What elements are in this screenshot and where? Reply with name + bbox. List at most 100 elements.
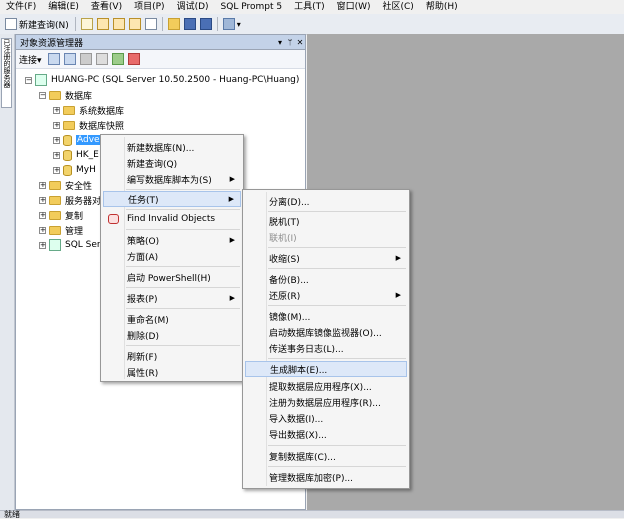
menu-item-import-data[interactable]: 导入数据(I)... [245, 410, 407, 426]
menu-item-facets[interactable]: 方面(A) [103, 248, 241, 264]
activity-monitor-icon[interactable] [222, 18, 235, 30]
dmx-query-icon[interactable] [128, 18, 141, 30]
menu-item-rename[interactable]: 重命名(M) [103, 311, 241, 327]
menu-separator [268, 268, 406, 269]
tree-node-management[interactable]: + 管理 [39, 223, 83, 237]
open-folder-icon[interactable] [167, 18, 180, 30]
expand-icon[interactable]: + [39, 211, 46, 219]
expand-icon[interactable]: + [39, 196, 46, 204]
tree-label-security: 安全性 [65, 181, 93, 192]
analysis-query-icon[interactable] [96, 18, 109, 30]
menu-item-detach[interactable]: 分离(D)... [245, 193, 407, 209]
menu-item-refresh[interactable]: 刷新(F) [103, 348, 241, 364]
menu-item-reports[interactable]: 报表(P) ▶ [103, 290, 241, 306]
menu-item-delete[interactable]: 删除(D) [103, 327, 241, 343]
connect-button[interactable]: 连接▾ [19, 53, 42, 66]
menu-item-label: 编写数据库脚本为(S) [127, 175, 212, 186]
menu-community[interactable]: 社区(C) [377, 0, 420, 14]
mdx-query-icon[interactable] [112, 18, 125, 30]
menu-bar: 文件(F) 编辑(E) 查看(V) 项目(P) 调试(D) SQL Prompt… [0, 0, 624, 14]
tree-node-snapshots[interactable]: + 数据库快照 [53, 118, 124, 132]
menu-item-new-database[interactable]: 新建数据库(N)... [103, 139, 241, 155]
menu-item-copy-database[interactable]: 复制数据库(C)... [245, 448, 407, 464]
tree-node-security[interactable]: + 安全性 [39, 178, 92, 192]
save-all-icon[interactable] [199, 18, 212, 30]
menu-item-label: 复制数据库(C)... [269, 452, 336, 463]
menu-item-generate-scripts[interactable]: 生成脚本(E)... [245, 361, 407, 377]
menu-item-new-query[interactable]: 新建查询(Q) [103, 155, 241, 171]
tree-node-db3[interactable]: + MyH [53, 163, 96, 177]
collapse-icon[interactable]: − [39, 91, 46, 99]
menu-item-take-offline[interactable]: 脱机(T) [245, 213, 407, 229]
tree-node-replication[interactable]: + 复制 [39, 208, 83, 222]
expand-icon[interactable]: + [53, 151, 60, 159]
expand-icon[interactable]: + [53, 121, 60, 129]
menu-separator [126, 229, 240, 230]
menu-item-mirror[interactable]: 镜像(M)... [245, 308, 407, 324]
menu-edit[interactable]: 编辑(E) [42, 0, 85, 14]
menu-item-label: 管理数据库加密(P)... [269, 473, 354, 484]
menu-item-backup[interactable]: 备份(B)... [245, 271, 407, 287]
menu-item-bring-online[interactable]: 联机(I) [245, 229, 407, 245]
menu-project[interactable]: 项目(P) [128, 0, 170, 14]
status-bar: 就绪 [0, 510, 624, 519]
menu-item-properties[interactable]: 属性(R) [103, 364, 241, 380]
tree-node-server-objects[interactable]: + 服务器对 [39, 193, 101, 207]
expand-icon[interactable]: + [53, 166, 60, 174]
pin-icon[interactable]: ᛘ [285, 38, 295, 47]
xmla-query-icon[interactable] [144, 18, 157, 30]
expand-icon[interactable]: + [53, 136, 60, 144]
menu-debug[interactable]: 调试(D) [171, 0, 215, 14]
expand-icon[interactable]: + [39, 226, 46, 234]
menu-item-label: 备份(B)... [269, 275, 309, 286]
menu-item-policies[interactable]: 策略(O) ▶ [103, 232, 241, 248]
menu-separator [268, 445, 406, 446]
connect-object-icon[interactable] [47, 53, 60, 65]
tree-node-system-databases[interactable]: + 系统数据库 [53, 103, 124, 117]
menu-sql-prompt[interactable]: SQL Prompt 5 [215, 0, 289, 14]
tree-node-databases[interactable]: − 数据库 [39, 88, 92, 102]
tree-node-server[interactable]: − HUANG-PC (SQL Server 10.50.2500 - Huan… [25, 73, 299, 87]
menu-file[interactable]: 文件(F) [0, 0, 42, 14]
new-query-button[interactable]: 新建查询(N) [0, 15, 72, 33]
menu-item-tasks[interactable]: 任务(T) ▶ [103, 191, 241, 207]
menu-tools[interactable]: 工具(T) [288, 0, 331, 14]
menu-item-shrink[interactable]: 收缩(S) ▶ [245, 250, 407, 266]
menu-item-manage-encryption[interactable]: 管理数据库加密(P)... [245, 469, 407, 485]
menu-item-label: 生成脚本(E)... [270, 365, 328, 376]
menu-item-label: 删除(D) [127, 331, 159, 342]
close-icon[interactable]: ✕ [295, 38, 305, 47]
disconnect-icon[interactable] [63, 53, 76, 65]
panel-dropdown-icon[interactable]: ▾ [275, 38, 285, 47]
registered-servers-tab[interactable]: 已注册的服务器 [1, 38, 12, 108]
folder-icon [49, 225, 61, 235]
tree-node-db2[interactable]: + HK_E [53, 148, 99, 162]
stop-icon[interactable] [79, 53, 92, 65]
menu-item-restore[interactable]: 还原(R) ▶ [245, 287, 407, 303]
toolbar-overflow-icon[interactable]: ▾ [237, 20, 241, 29]
menu-item-export-data[interactable]: 导出数据(X)... [245, 426, 407, 442]
tree-node-db1[interactable]: + Adve [53, 133, 101, 147]
collapse-icon[interactable]: − [25, 76, 32, 84]
menu-view[interactable]: 查看(V) [85, 0, 128, 14]
menu-item-register-data-tier-app[interactable]: 注册为数据层应用程序(R)... [245, 394, 407, 410]
menu-item-find-invalid-objects[interactable]: Find Invalid Objects [103, 211, 241, 227]
filter-icon[interactable] [95, 53, 108, 65]
menu-item-extract-data-tier-app[interactable]: 提取数据层应用程序(X)... [245, 378, 407, 394]
db-engine-query-icon[interactable] [80, 18, 93, 30]
menu-item-label: 脱机(T) [269, 217, 300, 228]
expand-icon[interactable]: + [53, 106, 60, 114]
menu-window[interactable]: 窗口(W) [331, 0, 377, 14]
save-icon[interactable] [183, 18, 196, 30]
menu-item-launch-mirroring-monitor[interactable]: 启动数据库镜像监视器(O)... [245, 324, 407, 340]
database-icon [63, 149, 72, 161]
menu-item-start-powershell[interactable]: 启动 PowerShell(H) [103, 269, 241, 285]
menu-item-script-database-as[interactable]: 编写数据库脚本为(S) ▶ [103, 171, 241, 187]
expand-icon[interactable]: + [39, 241, 46, 249]
sql-prompt-icon[interactable] [127, 53, 140, 65]
expand-icon[interactable]: + [39, 181, 46, 189]
menu-item-ship-transaction-logs[interactable]: 传送事务日志(L)... [245, 340, 407, 356]
tree-node-sql-agent[interactable]: + SQL Ser [39, 238, 101, 252]
menu-help[interactable]: 帮助(H) [420, 0, 464, 14]
refresh-icon[interactable] [111, 53, 124, 65]
